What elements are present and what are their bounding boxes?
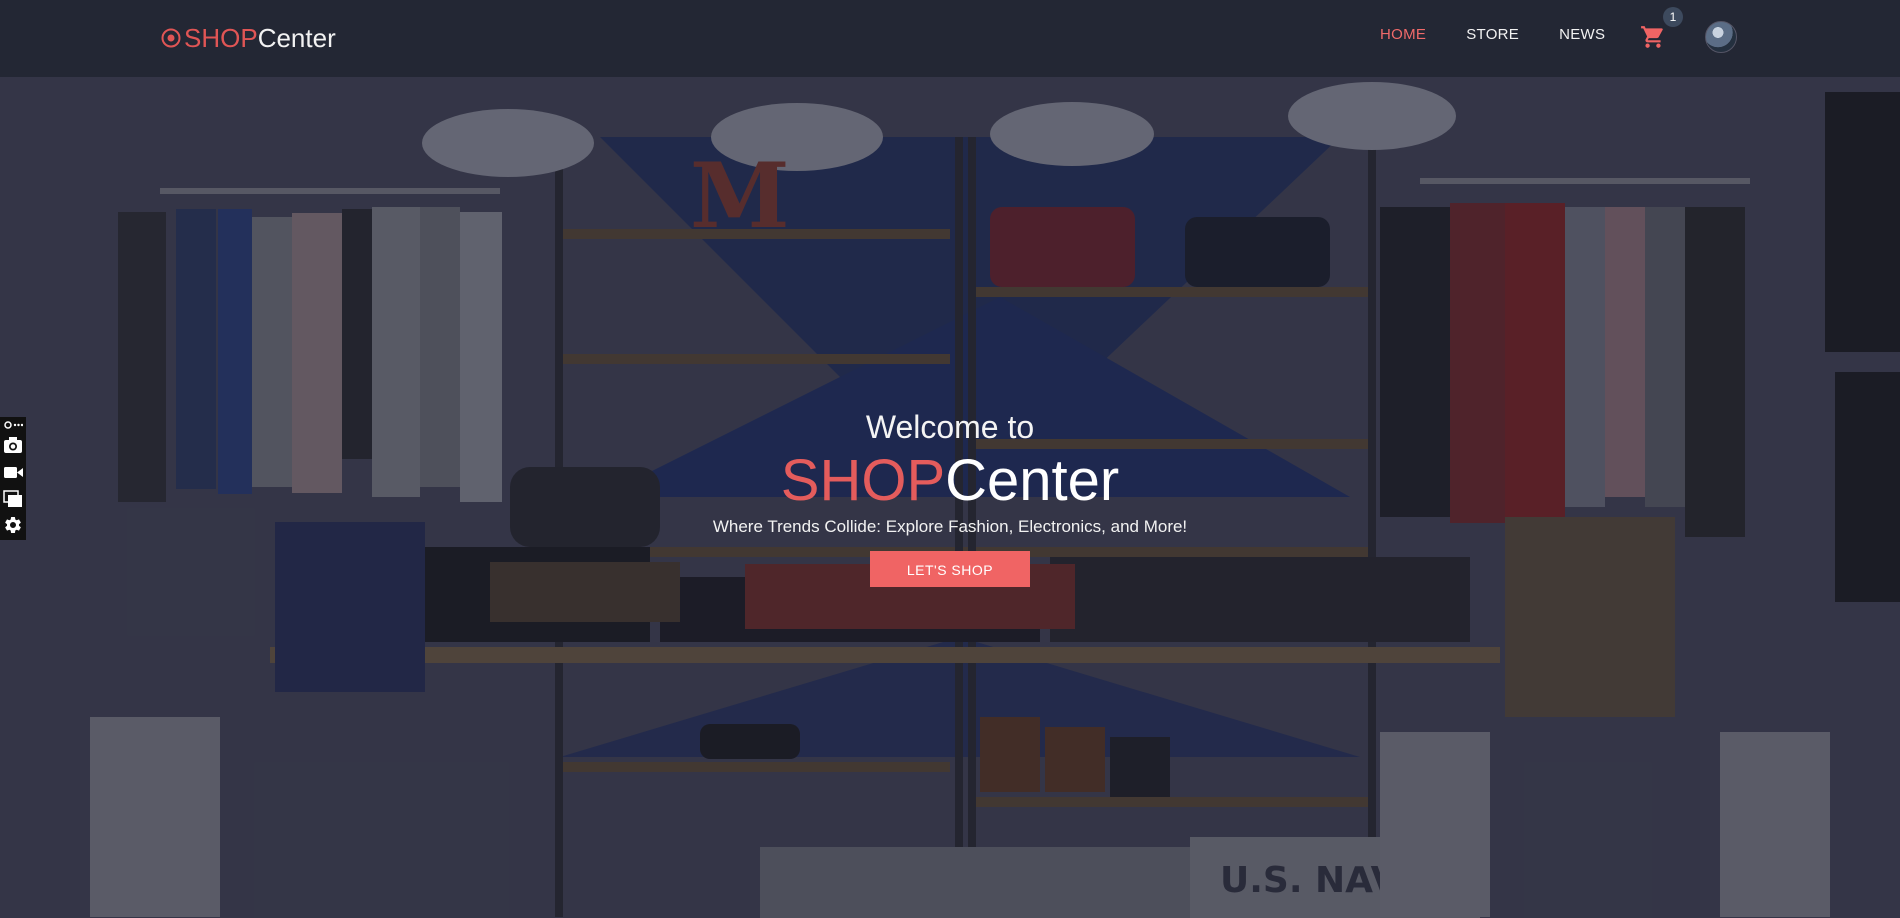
brand-part2: Center bbox=[257, 22, 336, 53]
lets-shop-button[interactable]: LET'S SHOP bbox=[870, 551, 1030, 587]
nav-store-link[interactable]: STORE bbox=[1466, 26, 1519, 43]
gear-icon[interactable] bbox=[3, 515, 23, 535]
top-navbar: SHOP Center HOME STORE NEWS 1 bbox=[0, 0, 1900, 77]
user-avatar[interactable] bbox=[1705, 21, 1737, 53]
nav-links: HOME STORE NEWS bbox=[1380, 26, 1645, 43]
nav-news-link[interactable]: NEWS bbox=[1559, 26, 1605, 43]
link-more-icon[interactable] bbox=[3, 419, 23, 431]
target-icon bbox=[161, 28, 181, 48]
camera-icon[interactable] bbox=[3, 435, 23, 455]
brand-logo-link[interactable]: SHOP Center bbox=[160, 22, 336, 54]
hero-section: M U.S. NAVY Welcome to SHOPCenter Where … bbox=[0, 77, 1900, 918]
hero-tagline: Where Trends Collide: Explore Fashion, E… bbox=[712, 517, 1188, 536]
video-icon[interactable] bbox=[3, 462, 23, 482]
hero-content: Welcome to SHOPCenter Where Trends Colli… bbox=[600, 407, 1300, 587]
hero-title-part2: Center bbox=[945, 448, 1120, 513]
hero-title: SHOPCenter bbox=[600, 449, 1300, 513]
hero-welcome-text: Welcome to bbox=[865, 409, 1035, 445]
cart-count-badge: 1 bbox=[1663, 7, 1683, 27]
brand-part1: SHOP bbox=[184, 22, 258, 53]
screens-icon[interactable] bbox=[3, 489, 23, 509]
hero-title-part1: SHOP bbox=[780, 448, 946, 513]
side-toolbar bbox=[0, 417, 26, 540]
cart-icon[interactable] bbox=[1640, 24, 1666, 50]
nav-home-link[interactable]: HOME bbox=[1380, 26, 1426, 43]
